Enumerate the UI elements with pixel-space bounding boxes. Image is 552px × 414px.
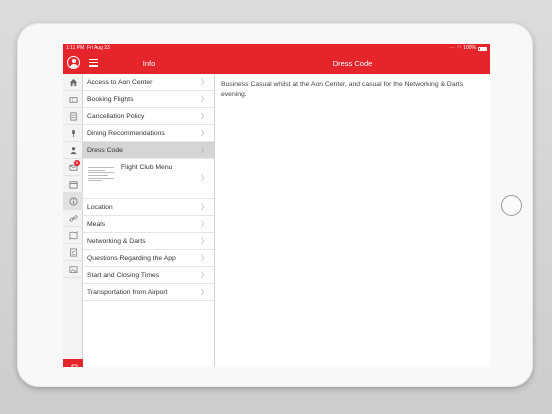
logout-icon[interactable] [68, 364, 78, 367]
map-icon[interactable] [63, 227, 83, 244]
signal-icon: ··· [449, 45, 455, 51]
detail-pane: Business Casual whilst at the Aon Center… [216, 74, 490, 367]
document-icon[interactable] [63, 108, 83, 125]
list-item-label: Location [87, 204, 113, 211]
home-icon[interactable] [63, 74, 83, 91]
chevron-right-icon: 〉 [201, 289, 208, 296]
dress-code-text: Business Casual whilst at the Aon Center… [221, 81, 464, 98]
microphone-icon[interactable] [63, 125, 83, 142]
chevron-right-icon: 〉 [201, 238, 208, 245]
list-item-label: Networking & Darts [87, 238, 146, 245]
info-panel-title: Info [142, 59, 156, 68]
calendar-icon[interactable] [63, 176, 83, 193]
battery-icon [478, 46, 487, 51]
chevron-right-icon: 〉 [201, 221, 208, 228]
list-item-label: Start and Closing Times [87, 272, 160, 279]
list-item-label: Access to Aon Center [87, 79, 153, 86]
mail-badge: 6 [74, 160, 80, 166]
info-list: Access to Aon Center 〉 Booking Flights 〉 C… [83, 74, 215, 367]
chevron-right-icon: 〉 [201, 272, 208, 279]
list-item-label: Flight Club Menu [121, 164, 173, 171]
photo-icon[interactable] [63, 261, 83, 278]
list-item[interactable]: Start and Closing Times 〉 [83, 267, 214, 284]
list-item[interactable]: Access to Aon Center 〉 [83, 74, 214, 91]
checklist-icon[interactable] [63, 244, 83, 261]
rail-bottom-actions [63, 359, 83, 367]
status-bar: 1:11 PM Fri Aug 23 ··· ◠ 100% [63, 44, 490, 53]
menu-thumbnail [87, 165, 115, 191]
chevron-right-icon: 〉 [201, 147, 208, 154]
list-item[interactable]: Transportation from Airport 〉 [83, 284, 214, 301]
battery-label: 100% [463, 45, 476, 51]
list-item-label: Questions Regarding the App [87, 255, 176, 262]
status-right: ··· ◠ 100% [450, 44, 487, 53]
list-item[interactable]: Dining Recommendations 〉 [83, 125, 214, 142]
home-button[interactable] [501, 195, 522, 216]
avatar[interactable] [67, 56, 80, 69]
list-item[interactable]: Flight Club Menu 〉 [83, 159, 214, 199]
chevron-right-icon: 〉 [201, 96, 208, 103]
list-item-selected[interactable]: Dress Code 〉 [83, 142, 214, 159]
top-bar: Info Dress Code [63, 53, 490, 74]
list-item-label: Booking Flights [87, 96, 134, 103]
list-item-label: Dining Recommendations [87, 130, 165, 137]
page-title: Dress Code [332, 59, 373, 68]
people-icon[interactable] [63, 142, 83, 159]
list-item[interactable]: Meals 〉 [83, 216, 214, 233]
list-item-label: Transportation from Airport [87, 289, 168, 296]
list-item-label: Meals [87, 221, 106, 228]
mail-icon[interactable]: 6 [63, 159, 83, 176]
list-item[interactable]: Cancellation Policy 〉 [83, 108, 214, 125]
ticket-icon[interactable] [63, 91, 83, 108]
chevron-right-icon: 〉 [201, 113, 208, 120]
list-item[interactable]: Location 〉 [83, 199, 214, 216]
link-icon[interactable] [63, 210, 83, 227]
list-item[interactable]: Booking Flights 〉 [83, 91, 214, 108]
status-time-date: 1:11 PM Fri Aug 23 [66, 45, 110, 51]
list-item-label: Cancellation Policy [87, 113, 145, 120]
list-item-label: Dress Code [87, 147, 123, 154]
list-item[interactable]: Questions Regarding the App 〉 [83, 250, 214, 267]
info-icon[interactable] [63, 193, 83, 210]
chevron-right-icon: 〉 [201, 79, 208, 86]
chevron-right-icon: 〉 [201, 204, 208, 211]
app-screen: 1:11 PM Fri Aug 23 ··· ◠ 100% Info Dress… [63, 44, 490, 367]
chevron-right-icon: 〉 [201, 130, 208, 137]
wifi-icon: ◠ [456, 45, 462, 51]
chevron-right-icon: 〉 [201, 175, 208, 182]
chevron-right-icon: 〉 [201, 255, 208, 262]
icon-rail: 6 [63, 74, 83, 367]
list-item[interactable]: Networking & Darts 〉 [83, 233, 214, 250]
